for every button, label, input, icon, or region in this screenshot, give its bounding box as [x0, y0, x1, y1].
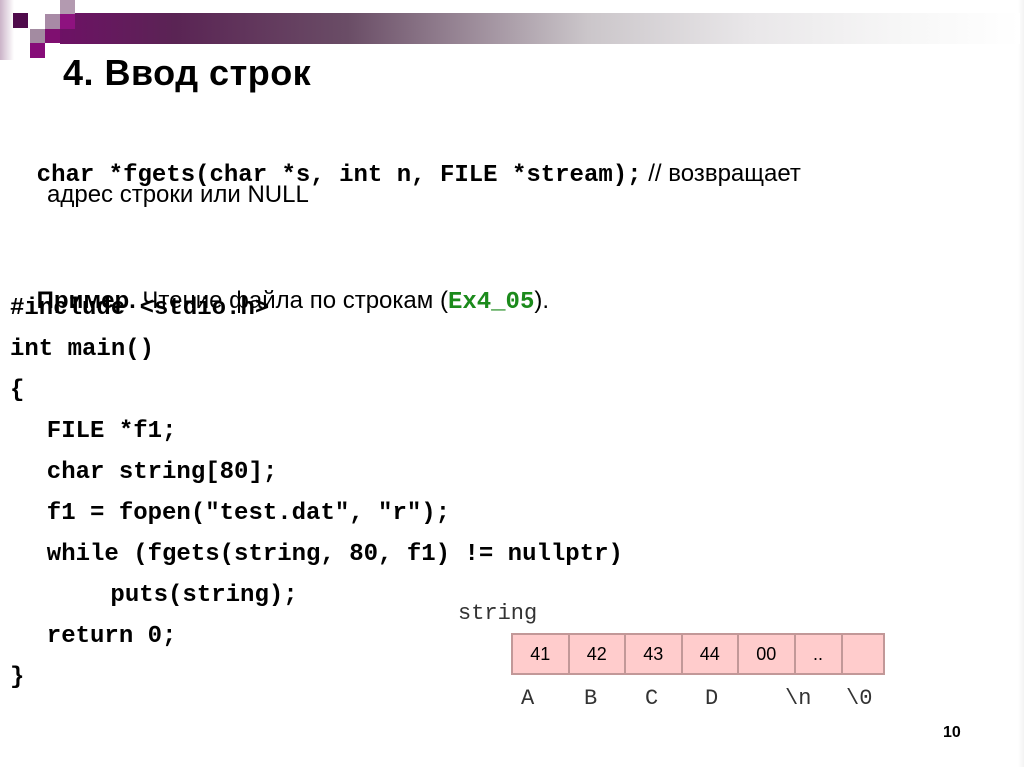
cell-char: B	[584, 686, 598, 711]
memory-cell: 41	[513, 635, 568, 673]
memory-cells: 41 42 43 44 00 ..	[511, 633, 885, 675]
diagram-label: string	[458, 601, 538, 626]
decoration-square	[45, 14, 60, 29]
prototype-continuation: адрес строки или NULL	[47, 181, 309, 208]
decoration-square	[30, 43, 45, 58]
memory-cell	[842, 635, 883, 673]
code-line: return 0;	[18, 623, 177, 650]
decoration-square	[45, 29, 60, 43]
slide: 4. Ввод строк char *fgets(char *s, int n…	[0, 0, 1024, 767]
code-line: puts(string);	[24, 582, 298, 609]
decoration-square	[13, 13, 28, 28]
cell-char: A	[521, 686, 535, 711]
code-line: }	[10, 664, 25, 691]
cell-char: \n	[785, 686, 812, 711]
decoration-square	[60, 0, 75, 14]
page-number: 10	[943, 724, 961, 741]
decoration-square	[60, 14, 75, 29]
code-line: {	[10, 377, 25, 404]
code-line: int main()	[10, 336, 155, 363]
slide-title: 4. Ввод строк	[63, 52, 312, 93]
memory-cell: 43	[626, 635, 681, 673]
cell-char: D	[705, 686, 719, 711]
decoration-fade	[0, 0, 14, 60]
memory-cell: 00	[739, 635, 794, 673]
cell-char: \0	[846, 686, 873, 711]
prototype-comment: // возвращает	[641, 160, 801, 187]
slide-edge	[1018, 0, 1024, 767]
cell-char: C	[645, 686, 659, 711]
memory-cell: ..	[795, 635, 841, 673]
memory-cell: 42	[569, 635, 624, 673]
code-line: #include <stdio.h>	[10, 295, 270, 322]
memory-cell: 44	[682, 635, 737, 673]
code-line: char string[80];	[18, 459, 278, 486]
example-file-ref: Ex4_05	[447, 289, 535, 316]
code-line: FILE *f1;	[18, 418, 177, 445]
header-gradient-bar	[60, 13, 1020, 44]
code-line: f1 = fopen("test.dat", "r");	[18, 500, 451, 527]
example-text-end: ).	[534, 287, 550, 314]
code-line: while (fgets(string, 80, f1) != nullptr)	[18, 541, 623, 568]
decoration-square	[30, 29, 45, 43]
